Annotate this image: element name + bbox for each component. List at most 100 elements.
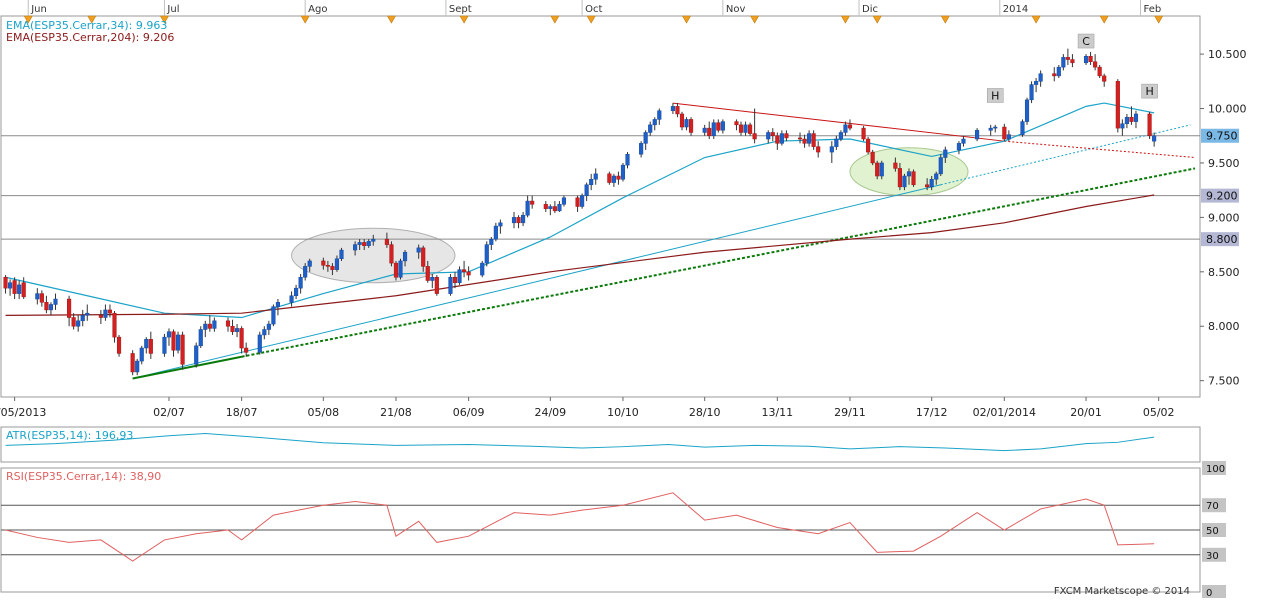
candle-body (625, 153, 630, 166)
candle-body (784, 133, 789, 139)
candle-body (39, 293, 44, 303)
candle-body (543, 204, 548, 209)
price-tick-label: 8.500 (1208, 266, 1240, 279)
candle-body (235, 328, 240, 332)
candle-body (1102, 75, 1107, 82)
candle-body (357, 242, 362, 245)
candle-body (521, 214, 526, 224)
candle-body (1093, 61, 1098, 68)
candle-body (135, 360, 140, 373)
candle-body (689, 119, 694, 133)
candle-body (902, 175, 907, 188)
candle-body (166, 331, 172, 338)
month-label: Nov (726, 4, 746, 15)
price-tick-label: 8.000 (1208, 320, 1240, 333)
candle-body (738, 124, 744, 133)
candle-body (652, 119, 657, 126)
candle-body (525, 200, 530, 216)
candle-body (353, 244, 358, 251)
candle-body (834, 138, 839, 147)
candle-body (893, 162, 898, 169)
candle-body (911, 171, 916, 185)
candle-body (230, 325, 235, 332)
candle-body (371, 238, 376, 242)
candle-body (116, 336, 122, 354)
candle-body (620, 164, 626, 180)
candle-body (552, 206, 557, 212)
date-tick-label: 13/11 (761, 406, 793, 419)
candle-body (548, 206, 553, 209)
candle-body (670, 106, 675, 111)
candle-body (402, 251, 408, 262)
candle-body (303, 266, 308, 278)
footer-credit: FXCM Marketscope © 2014 (1054, 586, 1190, 597)
candle-body (48, 304, 54, 311)
candle-body (225, 320, 231, 327)
candle-body (171, 331, 176, 351)
candle-body (861, 127, 866, 140)
candle-body (321, 260, 326, 266)
month-label: Oct (585, 4, 602, 15)
candle-body (684, 119, 689, 128)
indicator-legend: EMA(ESP35.Cerrar,204): 9.206 (6, 31, 174, 44)
candle-body (530, 200, 535, 205)
candle-body (294, 287, 299, 297)
month-label: Jun (30, 4, 47, 15)
candle-body (929, 179, 934, 188)
candle-body (943, 149, 948, 158)
candle-body (702, 127, 707, 133)
candle-body (289, 295, 294, 303)
date-tick-label: 05/08 (307, 406, 339, 419)
candle-body (679, 113, 685, 128)
candle-body (434, 277, 439, 294)
candle-body (17, 284, 22, 294)
candle-body (421, 247, 426, 267)
candle-body (67, 298, 72, 318)
candle-body (875, 162, 880, 177)
candle-body (988, 127, 993, 131)
candle-body (144, 339, 149, 349)
candle-body (466, 271, 471, 276)
candle-body (511, 217, 517, 224)
month-label: 2014 (1003, 4, 1028, 15)
chart-svg: Jun Jul Ago Sept Oct Nov Dic 2014 Feb 7.500 8.000 8… (0, 0, 1263, 599)
candle-body (829, 146, 834, 153)
candle-body (1002, 126, 1007, 140)
candle-body (103, 309, 108, 318)
month-label: Feb (1144, 4, 1162, 15)
candle-body (557, 204, 562, 212)
candle-body (3, 277, 8, 289)
candle-body (298, 277, 303, 289)
candle-body (838, 132, 843, 140)
date-tick-label: 29/11 (834, 406, 866, 419)
candle-body (194, 345, 199, 365)
price-tick-label: 7.500 (1208, 375, 1240, 388)
candle-body (175, 334, 181, 351)
candle-body (1056, 66, 1061, 77)
candle-body (816, 146, 821, 153)
price-tick-label: 10.500 (1208, 48, 1247, 61)
candle-body (389, 244, 394, 264)
candle-body (1120, 123, 1125, 129)
month-label: Sept (449, 4, 472, 15)
date-tick-label: 24/09 (534, 406, 566, 419)
candle-body (707, 127, 712, 136)
candle-body (1024, 99, 1030, 122)
candle-body (489, 238, 494, 245)
candle-body (589, 179, 594, 185)
date-tick-label: 05/02 (1143, 406, 1175, 419)
candle-body (934, 173, 939, 180)
month-label: Jul (166, 4, 179, 15)
candle-body (452, 277, 458, 283)
date-tick-label: 17/12 (916, 406, 948, 419)
candle-body (1152, 135, 1157, 142)
candle-body (580, 195, 585, 207)
pattern-label: H (991, 89, 999, 102)
candle-body (112, 312, 117, 338)
candle-body (1034, 81, 1039, 85)
candle-body (139, 347, 144, 362)
candle-body (8, 282, 13, 289)
candle-body (162, 336, 167, 354)
candle-body (12, 280, 17, 294)
candle-body (212, 320, 217, 329)
